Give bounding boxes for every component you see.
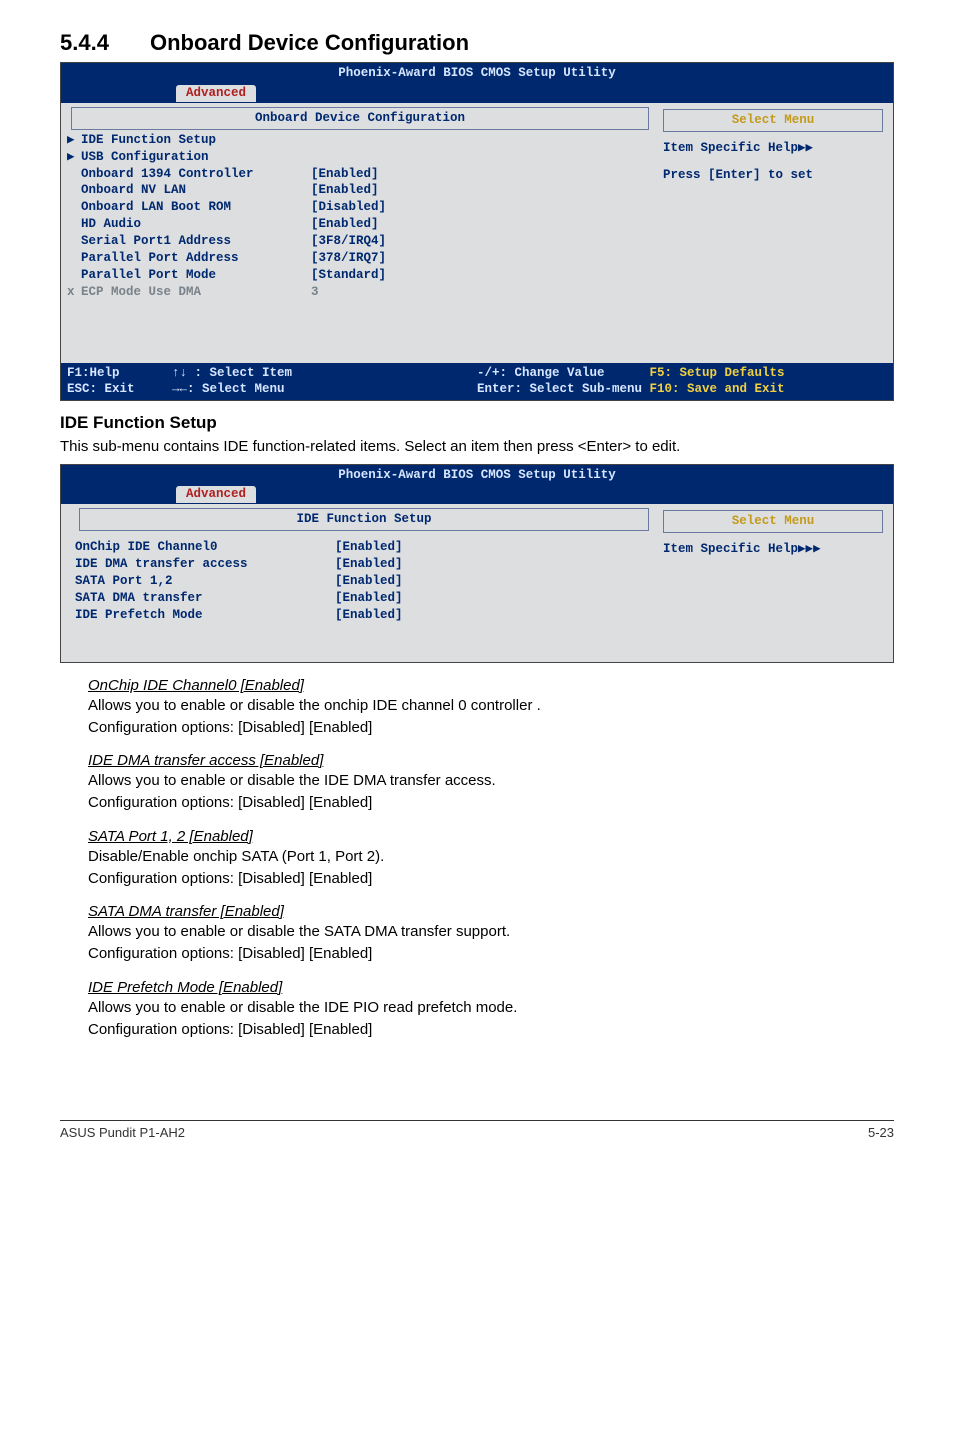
bios-item: HD Audio[Enabled] (67, 216, 653, 233)
bios-right-title: Select Menu (663, 109, 883, 132)
option-description: SATA Port 1, 2 [Enabled] Disable/Enable o… (88, 828, 894, 890)
option-description: IDE Prefetch Mode [Enabled] Allows you to… (88, 979, 894, 1041)
bios-item: IDE Prefetch Mode[Enabled] (75, 607, 653, 624)
bios-item: xECP Mode Use DMA3 (67, 284, 653, 301)
option-title: SATA DMA transfer [Enabled] (88, 903, 894, 920)
foot-right-1: -/+: Change Value F5: Setup Defaults (477, 366, 785, 380)
foot-right-2: Enter: Select Sub-menu F10: Save and Exi… (477, 382, 785, 396)
section-heading: 5.4.4Onboard Device Configuration (60, 30, 894, 56)
bios-item: IDE DMA transfer access[Enabled] (75, 556, 653, 573)
option-desc-2: Configuration options: [Disabled] [Enabl… (88, 944, 894, 964)
bios-item: SATA DMA transfer[Enabled] (75, 590, 653, 607)
bios-footer-help: F1:Help ↑↓ : Select Item ESC: Exit →←: Se… (61, 363, 893, 401)
option-title: OnChip IDE Channel0 [Enabled] (88, 677, 894, 694)
bios-item: Onboard 1394 Controller[Enabled] (67, 166, 653, 183)
bios-tab-row-2: Advanced (61, 485, 893, 504)
foot-left-1: F1:Help ↑↓ : Select Item (67, 366, 292, 380)
footer-right: 5-23 (868, 1125, 894, 1140)
footer-left: ASUS Pundit P1-AH2 (60, 1125, 185, 1140)
option-desc-1: Allows you to enable or disable the IDE … (88, 998, 894, 1018)
option-description: IDE DMA transfer access [Enabled] Allows … (88, 752, 894, 814)
bios-title: Phoenix-Award BIOS CMOS Setup Utility (61, 63, 893, 84)
bios-item: SATA Port 1,2[Enabled] (75, 573, 653, 590)
foot-left-2: ESC: Exit →←: Select Menu (67, 382, 285, 396)
bios-left-title: Onboard Device Configuration (71, 107, 649, 130)
option-description: OnChip IDE Channel0 [Enabled] Allows you … (88, 677, 894, 739)
subsection-desc: This sub-menu contains IDE function-rela… (60, 437, 894, 457)
bios2-left-title: IDE Function Setup (79, 508, 649, 531)
option-title: IDE DMA transfer access [Enabled] (88, 752, 894, 769)
option-desc-1: Allows you to enable or disable the SATA… (88, 922, 894, 942)
tab-advanced-2: Advanced (176, 486, 256, 503)
bios-item: Parallel Port Mode[Standard] (67, 267, 653, 284)
option-desc-1: Allows you to enable or disable the IDE … (88, 771, 894, 791)
page-footer: ASUS Pundit P1-AH2 5-23 (60, 1120, 894, 1140)
bios-item: ▶IDE Function Setup (67, 132, 653, 149)
bios-item: ▶USB Configuration (67, 149, 653, 166)
option-title: IDE Prefetch Mode [Enabled] (88, 979, 894, 996)
option-desc-2: Configuration options: [Disabled] [Enabl… (88, 1020, 894, 1040)
help-text-3: Item Specific Help▶▶▶ (663, 541, 883, 558)
bios-item: Onboard LAN Boot ROM[Disabled] (67, 199, 653, 216)
help-text-2: Press [Enter] to set (663, 167, 883, 184)
bios-tab-row: Advanced (61, 84, 893, 103)
subsection-heading: IDE Function Setup (60, 413, 894, 433)
bios-item: Parallel Port Address[378/IRQ7] (67, 250, 653, 267)
section-title: Onboard Device Configuration (150, 30, 469, 55)
bios-screen-2: Phoenix-Award BIOS CMOS Setup Utility Ad… (60, 464, 894, 663)
option-desc-2: Configuration options: [Disabled] [Enabl… (88, 793, 894, 813)
bios-item: Onboard NV LAN[Enabled] (67, 182, 653, 199)
option-desc-2: Configuration options: [Disabled] [Enabl… (88, 718, 894, 738)
option-desc-2: Configuration options: [Disabled] [Enabl… (88, 869, 894, 889)
tab-advanced: Advanced (176, 85, 256, 102)
help-text-1: Item Specific Help▶▶ (663, 140, 883, 157)
bios2-right-title: Select Menu (663, 510, 883, 533)
option-description: SATA DMA transfer [Enabled] Allows you to… (88, 903, 894, 965)
bios-screen-1: Phoenix-Award BIOS CMOS Setup Utility Ad… (60, 62, 894, 401)
section-number: 5.4.4 (60, 30, 150, 56)
bios-item: OnChip IDE Channel0[Enabled] (75, 539, 653, 556)
option-desc-1: Allows you to enable or disable the onch… (88, 696, 894, 716)
option-title: SATA Port 1, 2 [Enabled] (88, 828, 894, 845)
bios-title-2: Phoenix-Award BIOS CMOS Setup Utility (61, 465, 893, 486)
option-desc-1: Disable/Enable onchip SATA (Port 1, Port… (88, 847, 894, 867)
bios-item: Serial Port1 Address[3F8/IRQ4] (67, 233, 653, 250)
